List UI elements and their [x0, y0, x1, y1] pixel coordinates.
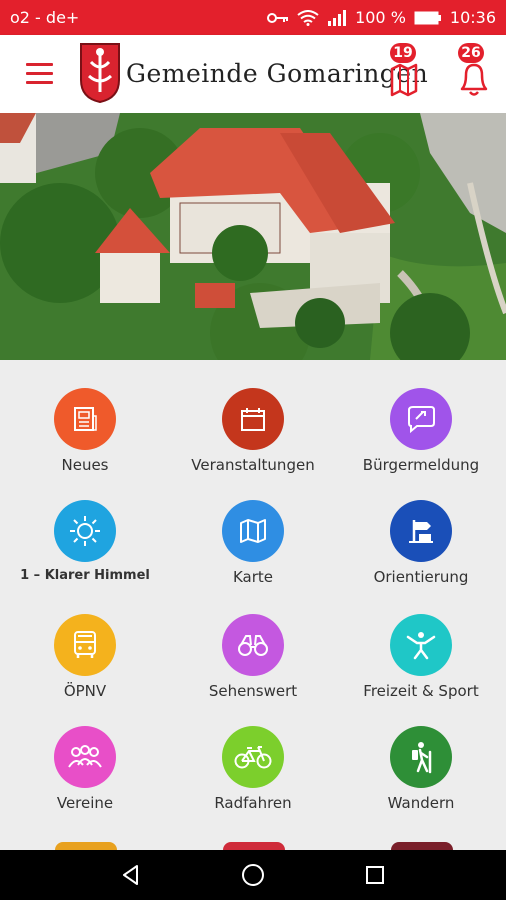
map-news-button[interactable]: 19: [386, 43, 426, 103]
bus-icon: [54, 614, 116, 676]
group-icon: [54, 726, 116, 788]
binoculars-icon: [222, 614, 284, 676]
notifications-button[interactable]: 26: [454, 43, 494, 103]
menu-grid: Neues Veranstaltungen Bürgermeldung 1 – …: [0, 360, 506, 850]
tile-label: Radfahren: [214, 794, 292, 812]
tile-karte[interactable]: Karte: [169, 472, 337, 586]
notification-badge: 26: [458, 43, 484, 63]
clock: 10:36: [449, 8, 496, 27]
status-bar: o2 - de+ 100 % 10:36: [0, 0, 506, 35]
tile-label: Vereine: [56, 794, 114, 812]
tile-neues[interactable]: Neues: [1, 360, 169, 474]
tile-orientierung[interactable]: Orientierung: [337, 472, 505, 586]
weather-label: 1 – Klarer Himmel: [20, 568, 150, 583]
menu-icon: [26, 63, 53, 66]
wifi-icon: [297, 9, 319, 26]
calendar-icon: [222, 388, 284, 450]
status-icons: 100 % 10:36: [267, 8, 496, 27]
map-badge: 19: [390, 43, 416, 63]
tile-label: Karte: [232, 568, 274, 586]
home-icon: [242, 864, 264, 886]
tile-sehenswert[interactable]: Sehenswert: [169, 586, 337, 700]
home-button[interactable]: [233, 855, 273, 895]
menu-button[interactable]: [26, 63, 53, 85]
recents-icon: [366, 866, 384, 884]
system-nav-bar: [0, 850, 506, 900]
tile-partial[interactable]: [55, 842, 117, 850]
tile-radfahren[interactable]: Radfahren: [169, 698, 337, 812]
newspaper-icon: [54, 388, 116, 450]
menu-icon-bar: [26, 72, 53, 75]
speech-bubble-icon: [390, 388, 452, 450]
carrier-label: o2 - de+: [10, 8, 80, 27]
menu-icon-bar: [26, 81, 53, 84]
battery-percent: 100 %: [355, 8, 406, 27]
tile-veranstaltungen[interactable]: Veranstaltungen: [169, 360, 337, 474]
tile-wandern[interactable]: Wandern: [337, 698, 505, 812]
signpost-icon: [390, 500, 452, 562]
signal-icon: [328, 9, 347, 26]
back-icon: [123, 865, 138, 885]
sun-icon: [54, 500, 116, 562]
bicycle-icon: [222, 726, 284, 788]
app-title: Gemeinde Gomaringen: [126, 59, 429, 88]
person-exercise-icon: [390, 614, 452, 676]
tile-label: Orientierung: [373, 568, 469, 586]
key-icon: [267, 12, 289, 23]
hiker-icon: [390, 726, 452, 788]
tile-vereine[interactable]: Vereine: [1, 698, 169, 812]
tile-partial[interactable]: [223, 842, 285, 850]
app-header: Gemeinde Gomaringen 19 26: [0, 35, 506, 113]
tile-oepnv[interactable]: ÖPNV: [1, 586, 169, 700]
recents-button[interactable]: [355, 855, 395, 895]
tile-label: Wandern: [387, 794, 455, 812]
tile-buergermeldung[interactable]: Bürgermeldung: [337, 360, 505, 474]
back-button[interactable]: [111, 855, 151, 895]
tile-weather[interactable]: 1 – Klarer Himmel: [1, 472, 169, 583]
tile-partial[interactable]: [391, 842, 453, 850]
hero-image: [0, 113, 506, 360]
castle-aerial-photo: [0, 113, 506, 360]
map-icon: [222, 500, 284, 562]
coat-of-arms-logo: [80, 43, 120, 104]
tile-freizeit-sport[interactable]: Freizeit & Sport: [337, 586, 505, 700]
battery-icon: [414, 11, 441, 24]
